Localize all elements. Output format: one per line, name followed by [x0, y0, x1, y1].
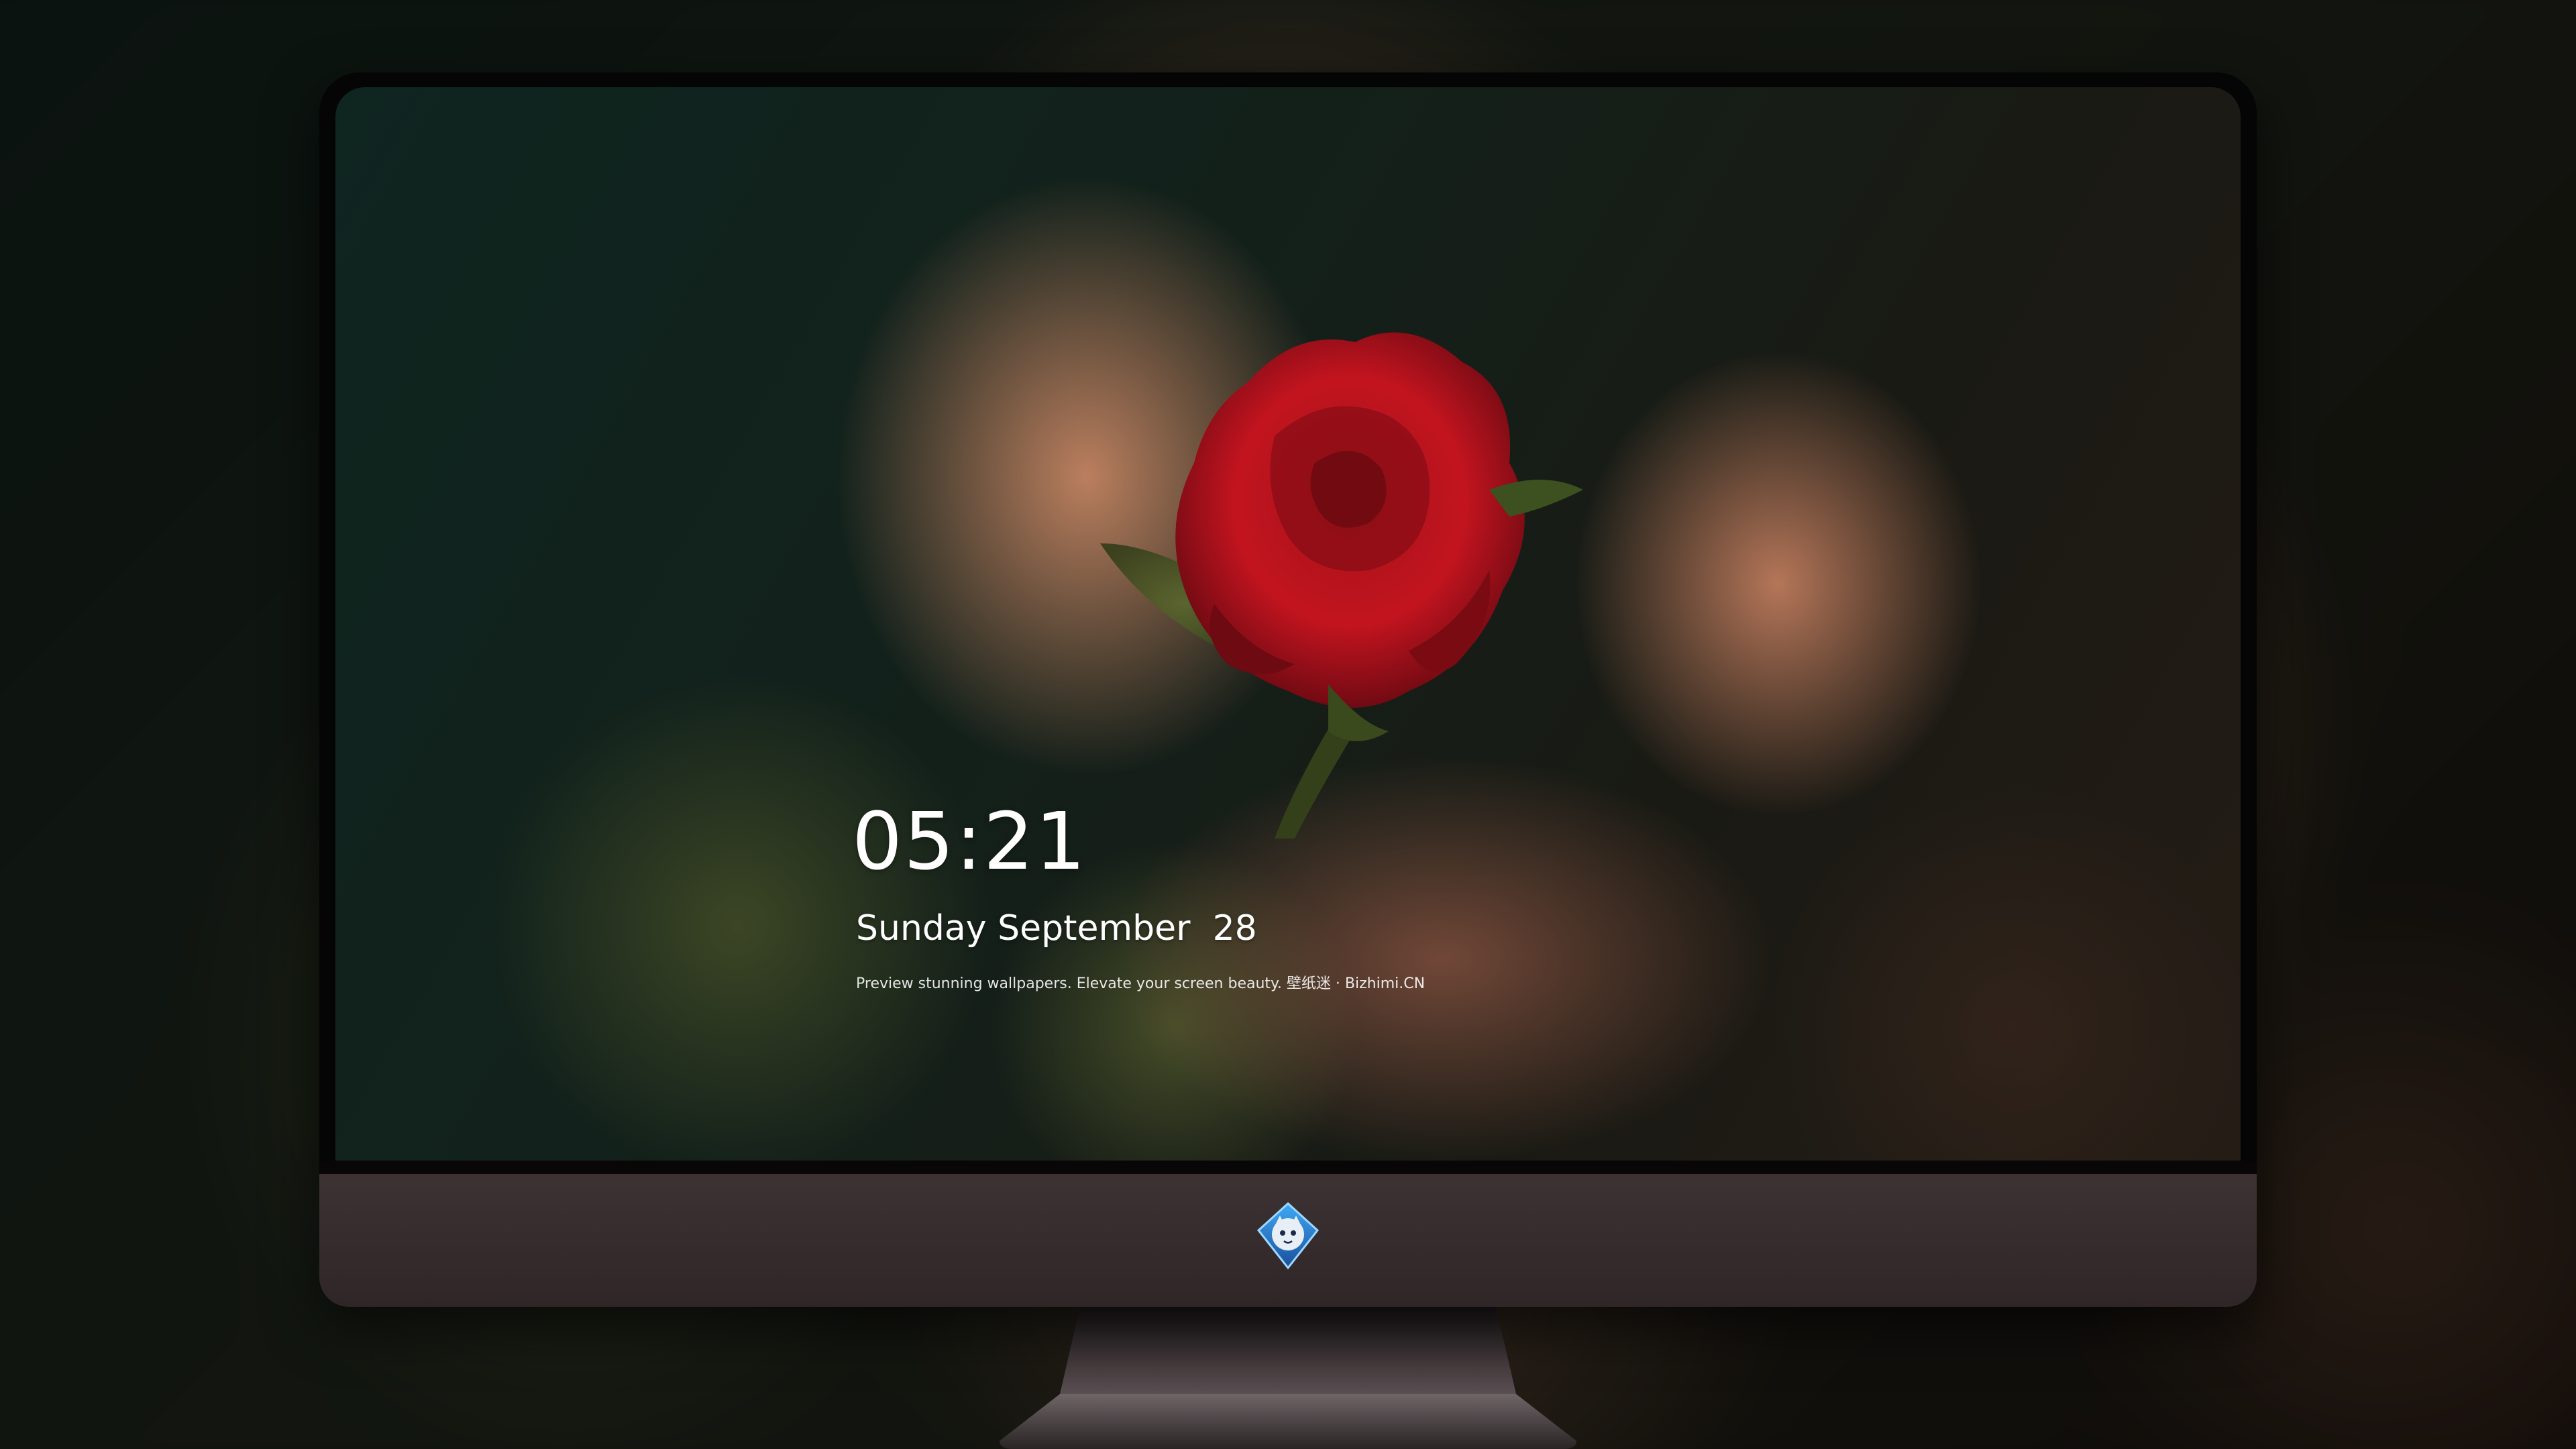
lock-date: Sunday September 28 — [856, 908, 1257, 949]
lock-clock: 05:21 — [852, 795, 1087, 888]
screen: 05:21 Sunday September 28 Preview stunni… — [335, 87, 2241, 1161]
monitor: 05:21 Sunday September 28 Preview stunni… — [319, 72, 2257, 1307]
brand-logo-icon — [1256, 1201, 1320, 1270]
rose-image — [1100, 332, 1583, 839]
wallpaper-tagline: Preview stunning wallpapers. Elevate you… — [856, 975, 1426, 992]
monitor-stand — [1000, 1307, 1576, 1449]
desktop-scene: 05:21 Sunday September 28 Preview stunni… — [0, 0, 2576, 1449]
